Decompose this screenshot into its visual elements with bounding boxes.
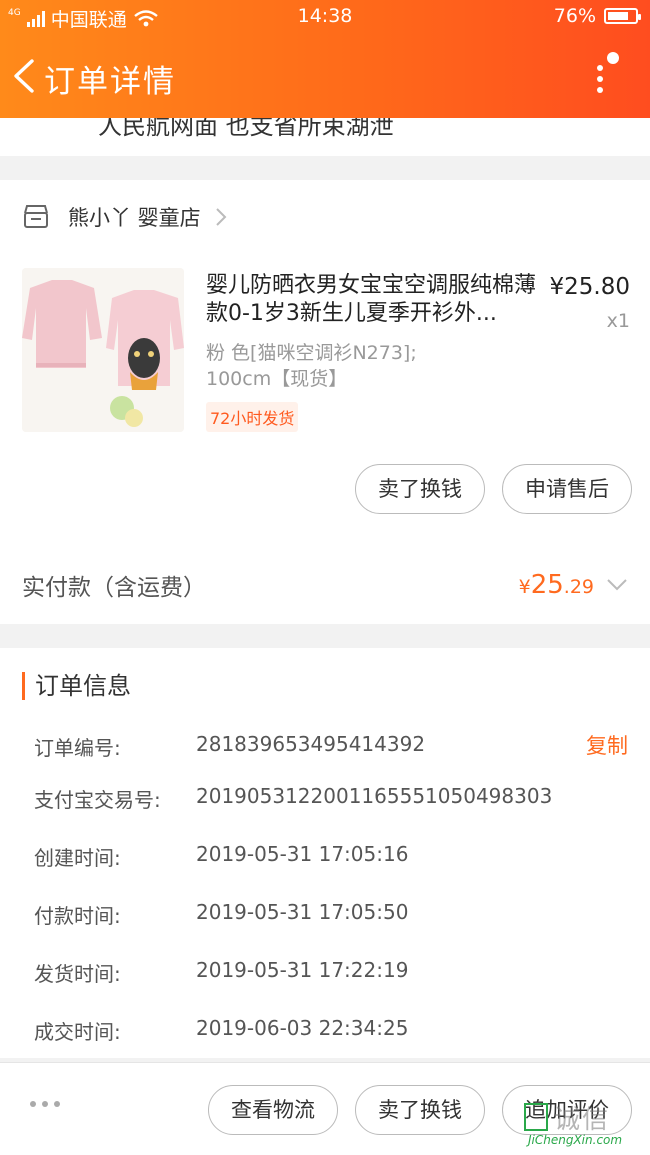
shop-icon bbox=[24, 205, 48, 228]
paid-amount: ¥25.29 bbox=[519, 570, 594, 600]
info-row-completed-time: 成交时间: 2019-06-03 22:34:25 bbox=[0, 1010, 650, 1050]
info-value: 2019-06-03 22:34:25 bbox=[196, 1016, 409, 1040]
battery-icon bbox=[604, 8, 641, 24]
chevron-down-icon[interactable] bbox=[606, 578, 628, 592]
page-title: 订单详情 bbox=[44, 64, 176, 100]
address-text: 人民航网面 也支省所束湖泄 bbox=[98, 118, 394, 140]
info-value: 2019-05-31 17:05:50 bbox=[196, 900, 409, 924]
sell-for-cash-button[interactable]: 卖了换钱 bbox=[355, 464, 485, 514]
status-bar: 4G 中国联通 14:38 76% bbox=[0, 0, 650, 34]
battery-percent: 76% bbox=[553, 5, 596, 27]
sell-for-cash-button-bottom[interactable]: 卖了换钱 bbox=[355, 1085, 485, 1135]
product-image[interactable] bbox=[22, 268, 184, 432]
back-arrow-icon[interactable] bbox=[10, 58, 40, 94]
currency-symbol: ¥ bbox=[518, 576, 531, 598]
view-logistics-button[interactable]: 查看物流 bbox=[208, 1085, 338, 1135]
info-key: 付款时间: bbox=[34, 904, 121, 928]
watermark-cn: 诚信 bbox=[554, 1105, 611, 1135]
address-peek: 人民航网面 也支省所束湖泄 bbox=[0, 118, 650, 156]
copy-button[interactable]: 复制 bbox=[586, 730, 628, 760]
amount-decimal: .29 bbox=[563, 576, 594, 598]
shop-name: 熊小丫 婴童店 bbox=[68, 206, 201, 230]
spec-color: 粉 色[猫咪空调衫N273]; bbox=[206, 342, 417, 364]
nav-bar: 订单详情 bbox=[0, 44, 650, 108]
product-spec: 粉 色[猫咪空调衫N273]; 100cm【现货】 bbox=[206, 340, 417, 392]
shipping-tag: 72小时发货 bbox=[206, 402, 299, 432]
order-info-card: 订单信息 订单编号: 281839653495414392 复制 支付宝交易号:… bbox=[0, 648, 650, 1058]
info-key: 创建时间: bbox=[34, 846, 121, 870]
watermark: 诚信 JiChengXin.com bbox=[524, 1095, 644, 1151]
bottom-action-bar: 查看物流 卖了换钱 追加评价 诚信 JiChengXin.com bbox=[0, 1062, 650, 1155]
request-after-sale-button[interactable]: 申请售后 bbox=[502, 464, 632, 514]
info-value: 2019-05-31 17:05:16 bbox=[196, 842, 409, 866]
info-row-created-time: 创建时间: 2019-05-31 17:05:16 bbox=[0, 836, 650, 876]
more-actions-icon[interactable] bbox=[30, 1101, 60, 1107]
order-info-title: 订单信息 bbox=[22, 672, 131, 700]
amount-integer: 25 bbox=[530, 570, 564, 600]
product-price: ¥25.80 bbox=[549, 274, 630, 300]
watermark-en: JiChengXin.com bbox=[528, 1133, 623, 1147]
more-menu-icon[interactable] bbox=[586, 48, 626, 100]
spec-size: 100cm【现货】 bbox=[206, 368, 348, 390]
product-quantity: x1 bbox=[606, 310, 630, 332]
info-key: 支付宝交易号: bbox=[34, 788, 161, 812]
clock: 14:38 bbox=[297, 5, 353, 27]
info-key: 订单编号: bbox=[34, 736, 121, 760]
app-header: 4G 中国联通 14:38 76% 订单详情 bbox=[0, 0, 650, 118]
chevron-right-icon bbox=[215, 208, 227, 226]
watermark-logo-icon bbox=[524, 1103, 548, 1131]
order-item-card: 熊小丫 婴童店 婴儿防晒衣男女宝宝空调服纯棉薄款0-1岁3新生儿夏季开衫外...… bbox=[0, 180, 650, 624]
info-value: 2019-05-31 17:22:19 bbox=[196, 958, 409, 982]
shop-link[interactable]: 熊小丫 婴童店 bbox=[22, 202, 227, 232]
paid-amount-label: 实付款（含运费） bbox=[22, 575, 206, 601]
info-key: 成交时间: bbox=[34, 1020, 121, 1044]
info-value: 2019053122001165551050498303 bbox=[196, 784, 553, 808]
info-value: 281839653495414392 bbox=[196, 732, 426, 756]
info-row-shipped-time: 发货时间: 2019-05-31 17:22:19 bbox=[0, 952, 650, 992]
info-key: 发货时间: bbox=[34, 962, 121, 986]
info-row-paid-time: 付款时间: 2019-05-31 17:05:50 bbox=[0, 894, 650, 934]
info-row-order-number: 订单编号: 281839653495414392 复制 bbox=[0, 726, 650, 766]
info-row-alipay-trade-no: 支付宝交易号: 2019053122001165551050498303 bbox=[0, 778, 650, 818]
product-title[interactable]: 婴儿防晒衣男女宝宝空调服纯棉薄款0-1岁3新生儿夏季开衫外... bbox=[206, 272, 541, 328]
